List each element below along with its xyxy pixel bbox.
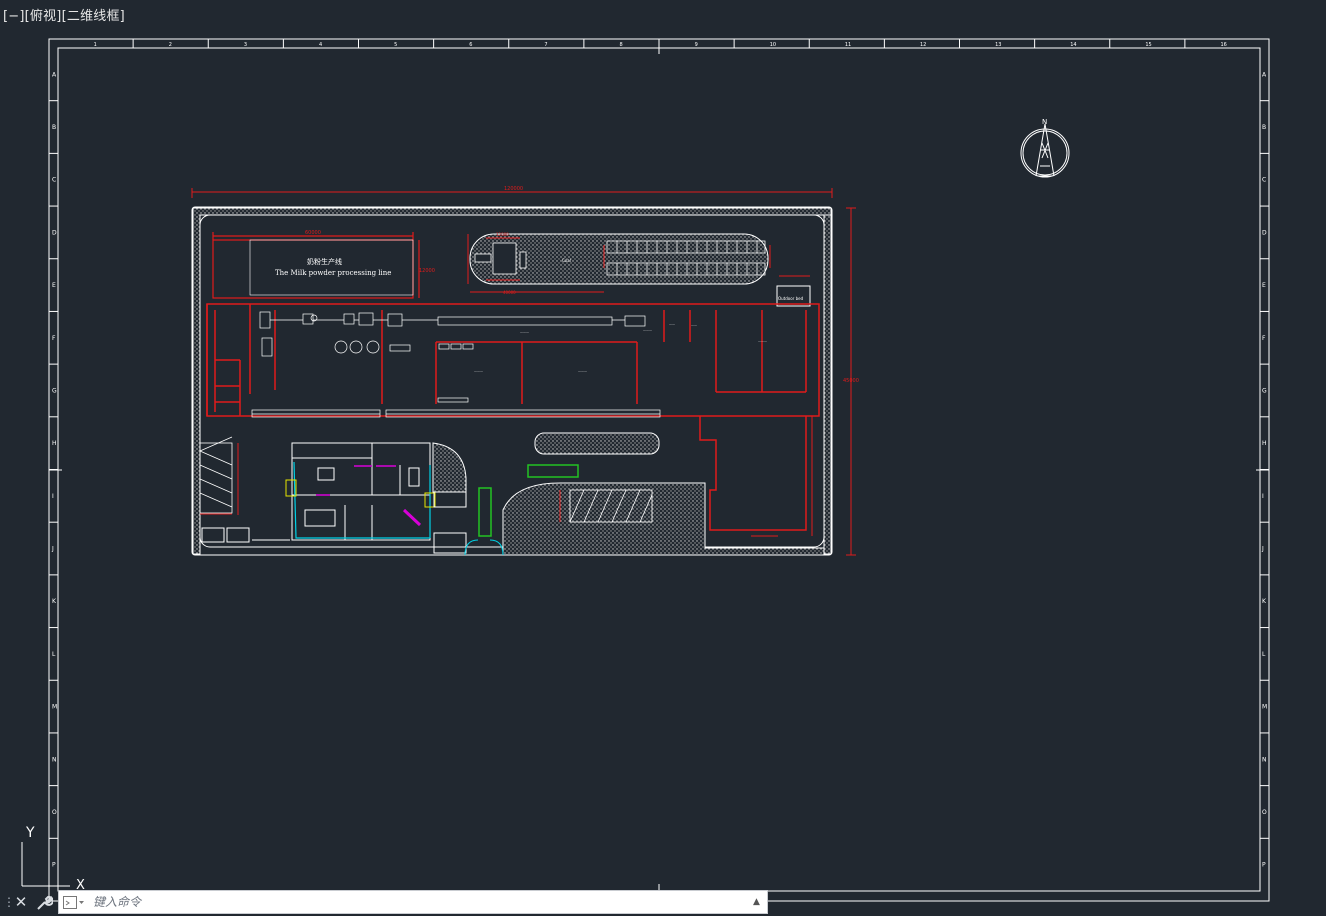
svg-text:———: ——— <box>520 330 529 334</box>
column-label: 13 <box>995 42 1001 48</box>
lower-site-buildings <box>201 491 504 556</box>
column-label: 11 <box>845 42 851 48</box>
drawing-canvas[interactable]: 1 2 3 4 5 6 7 8 9 10 11 12 13 14 15 16 A AB BC CD DE EF FG GH H… <box>0 0 1326 916</box>
row-label: F <box>1262 335 1266 342</box>
row-label: L <box>52 651 56 658</box>
ucs-icon: Y X <box>21 825 85 893</box>
ucs-y-label: Y <box>25 825 35 841</box>
column-label: 6 <box>469 42 472 48</box>
row-label: M <box>52 704 57 711</box>
row-label: D <box>52 229 57 236</box>
svg-text:———: ——— <box>643 328 652 332</box>
row-label: F <box>52 335 56 342</box>
row-label: E <box>52 282 56 289</box>
production-room-labels: ——— ——— ——— ——— ——— —— —— <box>474 322 767 373</box>
processing-line-height-dim: 12000 <box>419 268 435 274</box>
column-label: 2 <box>169 42 172 48</box>
svg-text:———: ——— <box>474 369 483 373</box>
svg-text:———: ——— <box>758 339 767 343</box>
row-label: K <box>52 598 57 605</box>
column-label: 8 <box>619 42 622 48</box>
coal-label: Coal <box>562 258 571 263</box>
row-label: J <box>1261 546 1264 553</box>
row-label: M <box>1262 704 1267 711</box>
row-label: A <box>52 71 57 78</box>
row-grid-labels: A A B B C C D D E E F F G G H H I I J J K K L L M M N N O O P P <box>51 71 1267 868</box>
top-dimension-a: 12000 <box>496 232 509 237</box>
row-label: P <box>52 862 56 869</box>
row-label: D <box>1262 229 1267 236</box>
north-label: N <box>1042 118 1047 126</box>
processing-line-cn-label: 奶粉生产线 <box>307 257 342 266</box>
row-label: N <box>52 756 57 763</box>
row-label: G <box>52 387 57 394</box>
row-label: B <box>1262 124 1266 131</box>
row-label: I <box>52 493 54 500</box>
svg-text:——: —— <box>669 322 675 326</box>
site-plan[interactable]: 120000 45000 奶粉生产线 The Milk powder proce… <box>191 186 859 556</box>
column-label: 7 <box>544 42 547 48</box>
office-block <box>285 442 436 541</box>
production-equipment <box>251 311 661 418</box>
guard-room-label: Outdoor bed <box>778 296 804 301</box>
customize-wrench-icon[interactable] <box>35 892 53 912</box>
overall-height-dimension: 45000 <box>843 378 859 384</box>
row-label: C <box>52 177 56 184</box>
row-label: H <box>52 440 57 447</box>
column-grid-labels: 1 2 3 4 5 6 7 8 9 10 11 12 13 14 15 16 <box>94 42 1227 48</box>
row-label: O <box>52 809 57 816</box>
column-label: 5 <box>394 42 397 48</box>
row-label: E <box>1262 282 1266 289</box>
column-label: 3 <box>244 42 247 48</box>
close-icon[interactable]: ✕ <box>13 892 29 912</box>
row-label: C <box>1262 177 1266 184</box>
row-label: L <box>1262 651 1266 658</box>
chevron-up-icon[interactable]: ▲ <box>753 896 763 908</box>
column-label: 16 <box>1220 42 1226 48</box>
column-label: 12 <box>920 42 926 48</box>
north-arrow-icon: N <box>1020 118 1070 178</box>
overall-width-dimension: 120000 <box>504 186 523 192</box>
row-label: P <box>1262 862 1266 869</box>
row-label: B <box>52 124 56 131</box>
row-label: N <box>1262 756 1267 763</box>
command-line-grip[interactable]: ⋮ <box>3 894 15 910</box>
column-label: 15 <box>1145 42 1151 48</box>
row-label: H <box>1262 440 1267 447</box>
row-label: J <box>51 546 54 553</box>
command-history-icon[interactable] <box>63 896 85 909</box>
column-label: 4 <box>319 42 322 48</box>
row-label: I <box>1262 493 1264 500</box>
row-label: G <box>1262 387 1267 394</box>
command-input-box[interactable]: ▲ <box>58 890 768 914</box>
column-label: 9 <box>695 42 698 48</box>
row-label: K <box>1262 598 1267 605</box>
processing-line-en-label: The Milk powder processing line <box>275 269 391 277</box>
svg-text:———: ——— <box>578 369 587 373</box>
guard-room <box>776 275 811 307</box>
column-label: 14 <box>1070 42 1076 48</box>
top-dimension-b: 40000 <box>503 290 516 295</box>
column-label: 1 <box>94 42 97 48</box>
row-label: A <box>1262 71 1267 78</box>
command-line-bar[interactable]: ⋮ ✕ ▲ <box>0 890 768 914</box>
processing-line-dim: 60000 <box>305 230 321 236</box>
column-label: 10 <box>770 42 776 48</box>
command-input[interactable] <box>93 892 743 912</box>
row-label: O <box>1262 809 1267 816</box>
svg-text:——: —— <box>691 323 697 327</box>
